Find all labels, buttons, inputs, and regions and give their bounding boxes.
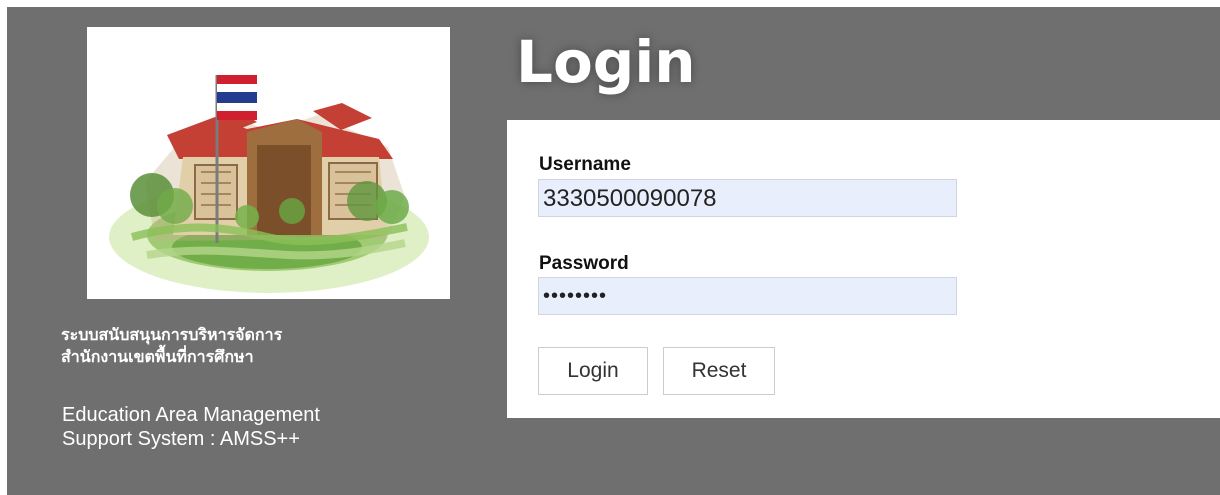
login-form: Username Password Login Reset [507,120,1220,418]
english-system-name: Education Area Management Support System… [62,403,482,451]
thai-system-name: ระบบสนับสนุนการบริหารจัดการ สำนักงานเขตพ… [61,325,461,369]
english-system-name-line-1: Education Area Management [62,404,320,426]
thai-system-name-line-1: ระบบสนับสนุนการบริหารจัดการ [61,327,283,344]
english-system-name-line-2: Support System : AMSS++ [62,428,300,450]
login-panel: ระบบสนับสนุนการบริหารจัดการ สำนักงานเขตพ… [7,7,1220,495]
thai-system-name-line-2: สำนักงานเขตพื้นที่การศึกษา [61,349,254,366]
password-input[interactable] [538,277,957,315]
school-building-image [87,27,450,299]
login-button[interactable]: Login [538,347,648,395]
page-title: Login [516,28,696,96]
password-label: Password [539,253,629,274]
username-input[interactable] [538,179,957,217]
reset-button[interactable]: Reset [663,347,775,395]
username-label: Username [539,154,631,175]
